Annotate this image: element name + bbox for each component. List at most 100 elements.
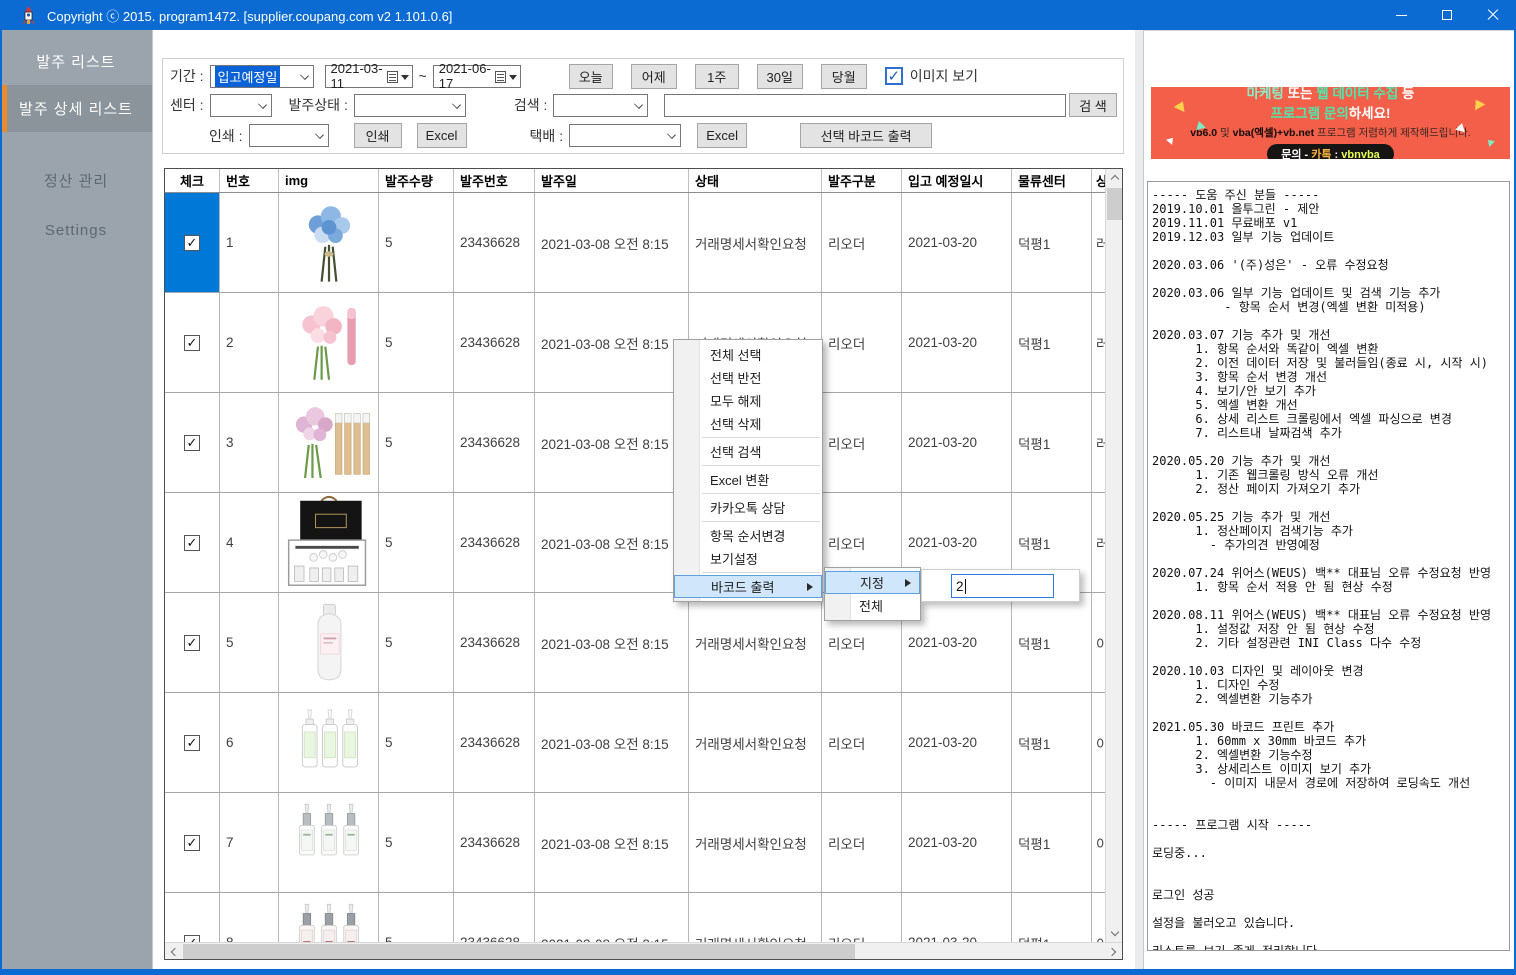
row-checkbox[interactable]: ✓ xyxy=(184,735,200,751)
horizontal-scroll-thumb[interactable] xyxy=(183,944,855,959)
log-textbox[interactable]: ----- 도움 주신 분들 ----- 2019.10.01 올투그린 - 제… xyxy=(1147,181,1510,951)
product-image-white-cosmetic-bottle xyxy=(279,593,379,692)
column-header-status[interactable]: 상태 xyxy=(689,169,822,192)
row-check-cell[interactable]: ✓ xyxy=(165,793,220,892)
column-header-due-date[interactable]: 입고 예정일시 xyxy=(902,169,1012,192)
table-row[interactable]: ✓ 3 xyxy=(165,393,1105,493)
image-view-checkbox[interactable]: ✓ xyxy=(885,67,903,85)
scroll-down-button[interactable] xyxy=(1106,925,1123,942)
row-check-cell[interactable]: ✓ xyxy=(165,593,220,692)
sidebar-item-order-list[interactable]: 발주 리스트 xyxy=(0,44,152,78)
submenu-item-all[interactable]: 전체 xyxy=(825,594,920,617)
menu-item-kakaotalk-support[interactable]: 카카오톡 상담 xyxy=(674,496,822,519)
minimize-button[interactable] xyxy=(1378,0,1424,30)
current-month-button[interactable]: 당월 xyxy=(821,64,867,89)
print-button[interactable]: 인쇄 xyxy=(354,123,402,148)
excel-button-print[interactable]: Excel xyxy=(417,123,467,148)
menu-item-view-settings[interactable]: 보기설정 xyxy=(674,547,822,570)
panel-splitter[interactable] xyxy=(1135,30,1143,970)
log-text: ----- 도움 주신 분들 ----- 2019.10.01 올투그린 - 제… xyxy=(1148,182,1509,951)
ad-banner[interactable]: 마케팅 또는 웹 데이터 수집 등 프로그램 문의하세요! vb6.0 및 vb… xyxy=(1151,87,1510,159)
row-due-date: 2021-03-20 xyxy=(902,893,1012,942)
menu-item-clear-all[interactable]: 모두 해제 xyxy=(674,389,822,412)
period-type-select[interactable]: 입고예정일 xyxy=(210,65,314,88)
date-to-picker[interactable]: 2021-06-17 xyxy=(433,65,521,88)
confetti-decoration xyxy=(1166,135,1176,145)
chevron-down-icon xyxy=(1110,928,1118,936)
menu-item-invert-selection[interactable]: 선택 반전 xyxy=(674,366,822,389)
column-header-no[interactable]: 번호 xyxy=(220,169,279,192)
menu-item-search-selected[interactable]: 선택 검색 xyxy=(674,440,822,463)
row-check-cell[interactable]: ✓ xyxy=(165,293,220,392)
sidebar-item-settings[interactable]: Settings xyxy=(0,213,152,247)
row-order-no: 23436628 xyxy=(454,693,535,792)
column-header-order-no[interactable]: 발주번호 xyxy=(454,169,535,192)
scroll-right-button[interactable] xyxy=(1105,943,1122,960)
product-image-black-diffuser-box-set xyxy=(279,493,379,592)
center-select[interactable] xyxy=(210,94,272,117)
row-checkbox[interactable]: ✓ xyxy=(184,435,200,451)
search-button[interactable]: 검 색 xyxy=(1069,93,1117,117)
row-checkbox[interactable]: ✓ xyxy=(184,635,200,651)
right-panel: 마케팅 또는 웹 데이터 수집 등 프로그램 문의하세요! vb6.0 및 vb… xyxy=(1143,30,1516,970)
search-type-select[interactable] xyxy=(553,94,648,117)
search-input[interactable] xyxy=(664,94,1066,117)
menu-item-excel-convert[interactable]: Excel 변환 xyxy=(674,468,822,491)
submenu-item-specify[interactable]: 지정 xyxy=(825,571,920,594)
row-checkbox[interactable]: ✓ xyxy=(184,335,200,351)
column-header-img[interactable]: img xyxy=(279,169,379,192)
row-number: 2 xyxy=(220,293,279,392)
sidebar-item-order-detail-list[interactable]: 발주 상세 리스트 xyxy=(0,85,152,132)
grid-horizontal-scrollbar[interactable] xyxy=(165,942,1122,959)
scroll-up-button[interactable] xyxy=(1106,169,1123,186)
menu-item-select-all[interactable]: 전체 선택 xyxy=(674,343,822,366)
menu-separator xyxy=(702,572,820,573)
menu-item-reorder-columns[interactable]: 항목 순서변경 xyxy=(674,524,822,547)
scroll-left-button[interactable] xyxy=(165,943,182,960)
row-checkbox[interactable]: ✓ xyxy=(184,835,200,851)
row-check-cell[interactable]: ✓ xyxy=(165,893,220,942)
vertical-scroll-thumb[interactable] xyxy=(1107,188,1122,220)
confetti-decoration xyxy=(1174,99,1189,112)
order-status-select[interactable] xyxy=(354,94,466,117)
sidebar-item-settlement[interactable]: 정산 관리 xyxy=(0,163,152,197)
sidebar-item-label: 발주 리스트 xyxy=(36,51,115,72)
menu-item-delete-selected[interactable]: 선택 삭제 xyxy=(674,412,822,435)
grid-vertical-scrollbar[interactable] xyxy=(1105,169,1122,942)
date-from-picker[interactable]: 2021-03-11 xyxy=(325,65,413,88)
row-status: 거래명세서확인요청 xyxy=(689,593,822,692)
thirty-days-button[interactable]: 30일 xyxy=(757,64,803,89)
row-checkbox[interactable]: ✓ xyxy=(184,935,200,943)
row-order-date: 2021-03-08 오전 8:15 xyxy=(535,793,689,892)
table-row[interactable]: ✓ 5 5 23436628 2021-03-08 오전 8:15 거래명세서확… xyxy=(165,593,1105,693)
table-row[interactable]: ✓ 6 5 23436628 2021-03-08 오전 8:15 거래명세서확… xyxy=(165,693,1105,793)
menu-item-barcode-print[interactable]: 바코드 출력 xyxy=(674,575,822,598)
column-header-order-type[interactable]: 발주구분 xyxy=(822,169,902,192)
print-select[interactable] xyxy=(249,124,329,147)
maximize-button[interactable] xyxy=(1424,0,1470,30)
table-row[interactable]: ✓ 8 5 23436628 2021-03-08 오전 8:15 거래명세서확… xyxy=(165,893,1105,942)
row-check-cell[interactable]: ✓ xyxy=(165,693,220,792)
row-check-cell[interactable]: ✓ xyxy=(165,493,220,592)
table-row[interactable]: ✓ 2 5 23436628 2021-03-08 오전 8:15 거래명세서확… xyxy=(165,293,1105,393)
one-week-button[interactable]: 1주 xyxy=(695,64,739,89)
column-header-qty[interactable]: 발주수량 xyxy=(379,169,454,192)
close-button[interactable] xyxy=(1470,0,1516,30)
dropdown-arrow-icon xyxy=(509,75,517,80)
excel-button-courier[interactable]: Excel xyxy=(697,123,747,148)
table-row[interactable]: ✓ 1 5 23436628 2021-03-08 오전 8:15 거래명세서확… xyxy=(165,193,1105,293)
row-checkbox[interactable]: ✓ xyxy=(184,235,200,251)
column-header-order-date[interactable]: 발주일 xyxy=(535,169,689,192)
column-header-check[interactable]: 체크 xyxy=(165,169,220,192)
row-check-cell[interactable]: ✓ xyxy=(165,393,220,492)
column-header-product[interactable]: 상 xyxy=(1092,169,1105,192)
table-row[interactable]: ✓ 7 5 23436628 2021-03-08 오전 8:15 거래명세서확… xyxy=(165,793,1105,893)
barcode-count-input[interactable]: 2 xyxy=(951,574,1054,598)
row-check-cell[interactable]: ✓ xyxy=(165,193,220,292)
today-button[interactable]: 오늘 xyxy=(569,64,613,89)
column-header-center[interactable]: 물류센터 xyxy=(1012,169,1092,192)
row-checkbox[interactable]: ✓ xyxy=(184,535,200,551)
selected-barcode-print-button[interactable]: 선택 바코드 출력 xyxy=(800,123,932,148)
yesterday-button[interactable]: 어제 xyxy=(631,64,677,89)
courier-select[interactable] xyxy=(569,124,681,147)
